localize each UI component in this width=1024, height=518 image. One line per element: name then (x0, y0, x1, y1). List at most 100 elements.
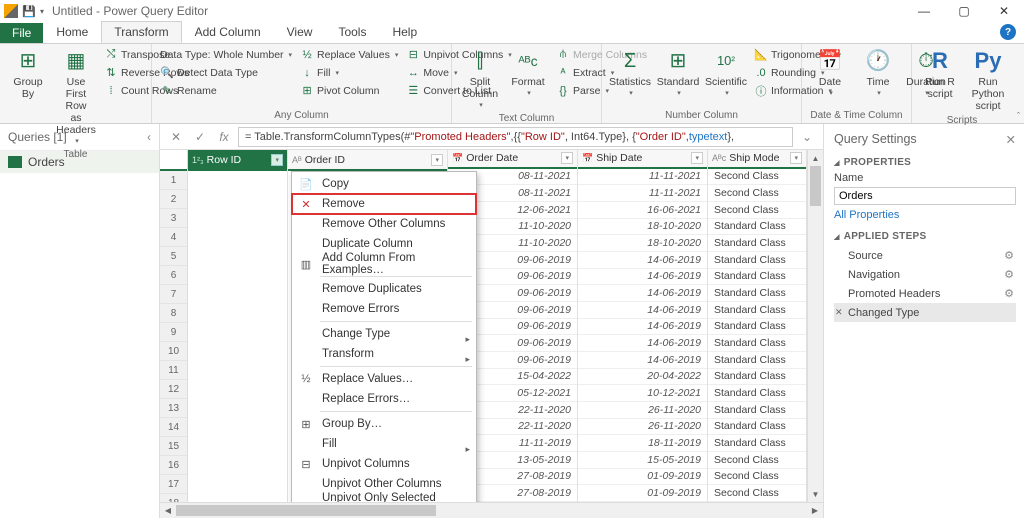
cancel-formula-button[interactable]: ✕ (166, 127, 186, 147)
statistics-button[interactable]: ΣStatistics (608, 46, 652, 100)
table-cell[interactable]: 16-06-2021 (578, 202, 707, 219)
properties-section[interactable]: PROPERTIES (834, 157, 1016, 168)
table-cell[interactable]: Second Class (708, 202, 806, 219)
replace-values-button[interactable]: ½Replace Values (298, 46, 400, 63)
table-cell[interactable]: Second Class (708, 485, 806, 502)
groupby-button[interactable]: ⊞Group By (6, 46, 50, 102)
save-icon[interactable]: 💾 (22, 4, 36, 18)
row-number[interactable]: 14 (160, 418, 187, 437)
table-cell[interactable]: 20-04-2022 (578, 369, 707, 386)
row-number[interactable]: 8 (160, 304, 187, 323)
column-header-orderid[interactable]: AᴮOrder ID▾ (288, 150, 447, 171)
column-header-shipdate[interactable]: 📅Ship Date▾ (578, 150, 707, 169)
tab-transform[interactable]: Transform (101, 21, 181, 43)
row-number[interactable]: 10 (160, 342, 187, 361)
table-cell[interactable]: 18-10-2020 (578, 219, 707, 236)
standard-button[interactable]: ⊞Standard (656, 46, 700, 100)
ctx-fill[interactable]: Fill (292, 434, 476, 454)
table-cell[interactable]: Standard Class (708, 269, 806, 286)
split-column-button[interactable]: ⫿Split Column (458, 46, 502, 112)
row-number[interactable]: 12 (160, 380, 187, 399)
step-source[interactable]: Source⚙ (834, 246, 1016, 265)
gear-icon[interactable]: ⚙ (1004, 287, 1014, 300)
row-number[interactable]: 4 (160, 228, 187, 247)
formula-input[interactable]: = Table.TransformColumnTypes(#"Promoted … (238, 127, 793, 147)
row-number[interactable]: 13 (160, 399, 187, 418)
table-cell[interactable]: Standard Class (708, 285, 806, 302)
scroll-right-button[interactable]: ▶ (807, 503, 823, 518)
first-row-headers-button[interactable]: ▦Use First Row as Headers (54, 46, 98, 148)
ctx-remove-duplicates[interactable]: Remove Duplicates (292, 279, 476, 299)
row-number[interactable]: 9 (160, 323, 187, 342)
row-number[interactable]: 3 (160, 209, 187, 228)
table-cell[interactable]: Standard Class (708, 352, 806, 369)
tab-home[interactable]: Home (43, 21, 101, 43)
table-cell[interactable]: 10-12-2021 (578, 385, 707, 402)
pivot-button[interactable]: ⊞Pivot Column (298, 82, 400, 99)
ctx-unpivot[interactable]: ⊟Unpivot Columns (292, 454, 476, 474)
run-r-button[interactable]: RRun R script (918, 46, 962, 102)
ctx-replace-values[interactable]: ½Replace Values… (292, 369, 476, 389)
table-cell[interactable]: Standard Class (708, 335, 806, 352)
ctx-unpivot-other[interactable]: Unpivot Other Columns (292, 474, 476, 494)
tab-tools[interactable]: Tools (325, 21, 379, 43)
table-cell[interactable]: 14-06-2019 (578, 302, 707, 319)
fx-icon[interactable]: fx (214, 127, 234, 147)
datatype-button[interactable]: Data Type: Whole Number (158, 46, 294, 63)
table-cell[interactable]: Standard Class (708, 302, 806, 319)
column-header-shipmode[interactable]: AᴮcShip Mode▾ (708, 150, 806, 169)
table-cell[interactable]: 11-11-2021 (578, 185, 707, 202)
minimize-button[interactable]: — (904, 0, 944, 22)
column-dropdown-icon[interactable]: ▾ (271, 154, 283, 166)
close-button[interactable]: ✕ (984, 0, 1024, 22)
table-cell[interactable]: 14-06-2019 (578, 252, 707, 269)
ctx-replace-errors[interactable]: Replace Errors… (292, 389, 476, 409)
row-number[interactable]: 2 (160, 190, 187, 209)
row-number[interactable]: 16 (160, 456, 187, 475)
scientific-button[interactable]: 10²Scientific (704, 46, 748, 100)
ctx-add-example[interactable]: ▥Add Column From Examples… (292, 254, 476, 274)
ctx-copy[interactable]: 📄Copy (292, 174, 476, 194)
table-cell[interactable]: Standard Class (708, 419, 806, 436)
table-cell[interactable]: 14-06-2019 (578, 319, 707, 336)
column-dropdown-icon[interactable]: ▾ (790, 152, 802, 164)
ctx-remove-errors[interactable]: Remove Errors (292, 299, 476, 319)
table-cell[interactable]: 14-06-2019 (578, 269, 707, 286)
table-cell[interactable]: 14-06-2019 (578, 285, 707, 302)
close-settings-button[interactable]: ✕ (1006, 132, 1016, 147)
table-cell[interactable]: 01-09-2019 (578, 485, 707, 502)
table-cell[interactable]: Second Class (708, 169, 806, 186)
tab-view[interactable]: View (274, 21, 326, 43)
row-number[interactable]: 1 (160, 171, 187, 190)
table-cell[interactable]: Second Class (708, 469, 806, 486)
gear-icon[interactable]: ⚙ (1004, 268, 1014, 281)
query-name-input[interactable] (834, 187, 1016, 205)
table-cell[interactable]: Standard Class (708, 319, 806, 336)
row-number[interactable]: 17 (160, 475, 187, 494)
time-button[interactable]: 🕐Time (856, 46, 900, 100)
fill-button[interactable]: ↓Fill (298, 64, 400, 81)
tab-help[interactable]: Help (379, 21, 430, 43)
row-number[interactable]: 6 (160, 266, 187, 285)
column-dropdown-icon[interactable]: ▾ (691, 152, 703, 164)
table-cell[interactable]: 15-05-2019 (578, 452, 707, 469)
column-dropdown-icon[interactable]: ▾ (431, 154, 443, 166)
ctx-duplicate[interactable]: Duplicate Column (292, 234, 476, 254)
ctx-transform[interactable]: Transform (292, 344, 476, 364)
run-python-button[interactable]: PyRun Python script (966, 46, 1010, 114)
applied-steps-section[interactable]: APPLIED STEPS (834, 231, 1016, 242)
ctx-remove-other[interactable]: Remove Other Columns (292, 214, 476, 234)
ctx-groupby[interactable]: ⊞Group By… (292, 414, 476, 434)
tab-file[interactable]: File (0, 23, 43, 43)
row-number[interactable]: 5 (160, 247, 187, 266)
expand-formula-button[interactable]: ⌄ (797, 127, 817, 147)
help-icon[interactable]: ? (1000, 24, 1016, 40)
rename-button[interactable]: ✎Rename (158, 82, 294, 99)
ctx-unpivot-selected[interactable]: Unpivot Only Selected Columns (292, 494, 476, 502)
tab-addcolumn[interactable]: Add Column (182, 21, 274, 43)
table-cell[interactable]: 14-06-2019 (578, 352, 707, 369)
step-navigation[interactable]: Navigation⚙ (834, 265, 1016, 284)
row-number[interactable]: 11 (160, 361, 187, 380)
row-number[interactable]: 18 (160, 494, 187, 502)
horizontal-scrollbar[interactable] (176, 503, 807, 518)
